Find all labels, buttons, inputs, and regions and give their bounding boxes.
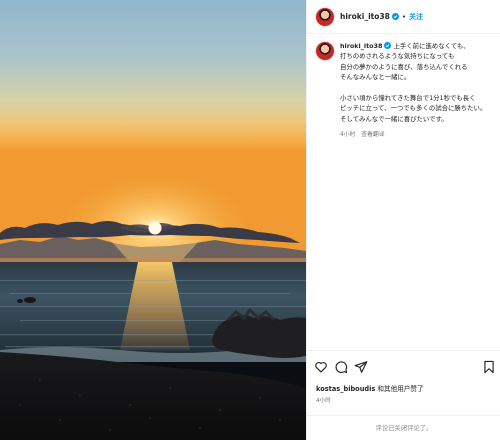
author-username[interactable]: hiroki_ito38 — [340, 12, 390, 21]
caption-line: 自分の夢かのように喜び、落ち込んでくれる — [340, 62, 468, 71]
post-photo[interactable] — [0, 0, 306, 440]
post-side-panel: hiroki_ito38 • 关注 hiroki_ito38 上手く前に進めなく… — [306, 0, 500, 440]
comments-disabled-notice: 评论已关闭评论了。 — [307, 415, 500, 440]
post-timestamp: 4小时 — [316, 398, 331, 404]
liked-by-username[interactable]: kostas_biboudis — [316, 385, 375, 393]
caption-timestamp: 4小时 — [340, 132, 356, 139]
caption-line: そしてみんなで一緒に喜びたいです。 — [340, 114, 448, 123]
caption-line: 上手く前に進めなくても、 — [393, 42, 470, 50]
liked-by-others[interactable]: 和其他用户赞了 — [375, 385, 423, 393]
caption-line: ピッチに立って、一つでも多くの試合に勝ちたい。 — [340, 104, 487, 113]
instagram-post-view: hiroki_ito38 • 关注 hiroki_ito38 上手く前に進めなく… — [0, 0, 500, 440]
verified-badge-icon — [391, 13, 399, 20]
caption-text: hiroki_ito38 上手く前に進めなくても、 打ちのめされるような気持ちに… — [340, 41, 486, 141]
header-separator: • — [401, 12, 406, 21]
share-icon[interactable] — [354, 360, 368, 374]
caption-line: 打ちのめされるような気持ちになっても — [340, 52, 455, 61]
post-header: hiroki_ito38 • 关注 — [307, 0, 500, 34]
sunset-seascape-image — [0, 0, 306, 440]
caption-line: そんなみんなと一緒に。 — [340, 73, 411, 82]
post-actions: kostas_biboudis 和其他用户赞了 4小时 评论已关闭评论了。 — [307, 350, 500, 440]
caption-author-avatar[interactable] — [316, 42, 334, 60]
caption-verified-badge-icon — [384, 42, 392, 49]
caption-line: 小さい頃から憧れてきた舞台で1分1秒でも長く — [340, 94, 476, 103]
post-caption: hiroki_ito38 上手く前に進めなくても、 打ちのめされるような気持ちに… — [316, 41, 496, 141]
caption-meta: 4小时 查看翻译 — [340, 130, 486, 140]
heart-icon[interactable] — [314, 360, 328, 374]
comment-icon[interactable] — [334, 360, 348, 374]
bookmark-icon[interactable] — [482, 360, 496, 374]
caption-username[interactable]: hiroki_ito38 — [340, 42, 382, 50]
action-icon-bar — [314, 360, 496, 376]
see-translation-link[interactable]: 查看翻译 — [361, 132, 384, 138]
follow-button[interactable]: 关注 — [409, 12, 423, 22]
likes-summary: kostas_biboudis 和其他用户赞了 — [316, 383, 424, 393]
author-avatar[interactable] — [316, 7, 334, 26]
